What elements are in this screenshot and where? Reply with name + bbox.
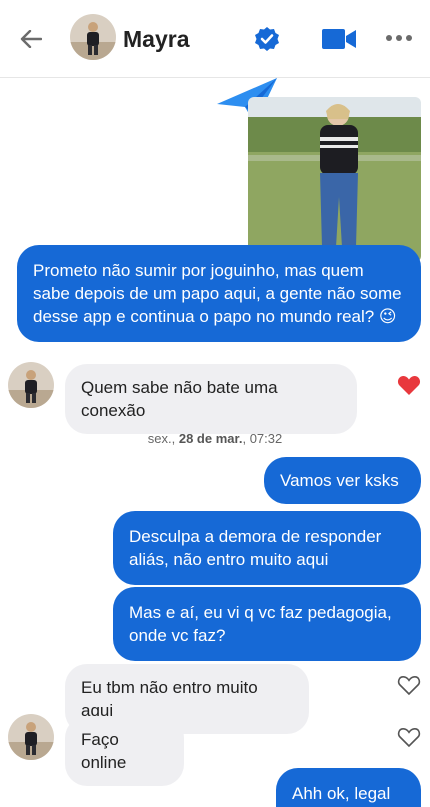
- video-camera-icon[interactable]: [322, 28, 356, 50]
- sent-photo[interactable]: [248, 97, 421, 262]
- contact-name[interactable]: Mayra: [123, 26, 189, 53]
- incoming-message[interactable]: Faço online: [65, 716, 184, 786]
- heart-filled-icon[interactable]: [397, 374, 421, 396]
- chat-header: Mayra: [0, 0, 430, 78]
- message-timestamp: sex., 28 de mar., 07:32: [147, 431, 283, 446]
- contact-avatar-small[interactable]: [8, 362, 54, 408]
- more-options-button[interactable]: [386, 32, 414, 44]
- back-button[interactable]: [14, 22, 48, 56]
- outgoing-message[interactable]: Mas e aí, eu vi q vc faz pedagogia, onde…: [113, 587, 421, 661]
- contact-avatar-small[interactable]: [8, 714, 54, 760]
- contact-avatar[interactable]: [70, 14, 116, 60]
- outgoing-message[interactable]: Vamos ver ksks: [264, 457, 421, 504]
- outgoing-message[interactable]: Desculpa a demora de responder aliás, nã…: [113, 511, 421, 585]
- incoming-message[interactable]: Quem sabe não bate uma conexão: [65, 364, 357, 434]
- outgoing-message[interactable]: Prometo não sumir por joguinho, mas quem…: [17, 245, 421, 342]
- more-dots-icon: [386, 35, 392, 41]
- verified-badge-icon: [255, 27, 279, 51]
- heart-outline-icon[interactable]: [397, 726, 421, 748]
- heart-outline-icon[interactable]: [397, 674, 421, 696]
- outgoing-message[interactable]: Ahh ok, legal: [276, 768, 421, 807]
- arrow-left-icon: [20, 30, 42, 48]
